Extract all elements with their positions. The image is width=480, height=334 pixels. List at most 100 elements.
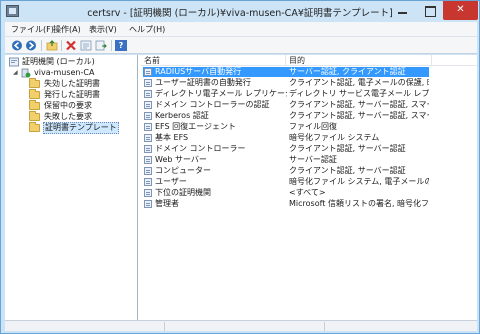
- row-name-cell: ユーザー証明書の自動発行: [143, 78, 287, 88]
- folder-icon: [29, 89, 40, 99]
- up-folder-icon[interactable]: [46, 40, 58, 51]
- tree-item-issued[interactable]: 発行した証明書: [29, 89, 137, 100]
- row-name-cell: コンピューター: [143, 166, 287, 176]
- row-purpose: ファイル回復: [289, 122, 337, 131]
- table-row[interactable]: 基本 EFS 暗号化ファイル システム: [141, 133, 477, 143]
- result-pane[interactable]: 名前 目的 RADIUSサーバ自動発行 サーバー認証, クライアント認証 ユーザ…: [141, 55, 477, 320]
- column-divider[interactable]: [285, 55, 286, 66]
- title-bar[interactable]: certsrv - [証明機関 (ローカル)¥viva-musen-CA¥証明書…: [1, 1, 479, 22]
- menu-action[interactable]: 操作(A): [53, 24, 81, 35]
- help-icon[interactable]: ?: [115, 40, 127, 51]
- close-icon: ✕: [456, 4, 465, 15]
- properties-icon[interactable]: [80, 40, 92, 51]
- table-row[interactable]: 管理者 Microsoft 信頼リストの署名, 暗号化ファ...: [141, 199, 477, 209]
- row-purpose: クライアント認証, サーバー認証, スマート カ...: [289, 100, 429, 109]
- row-name: ディレクトリ電子メール レプリケーション: [155, 89, 287, 98]
- delete-icon[interactable]: [65, 40, 77, 51]
- certificate-template-icon: [144, 167, 152, 175]
- certificate-template-icon: [144, 112, 152, 120]
- row-name-cell: 下位の証明機関: [143, 188, 287, 198]
- row-purpose: クライアント認証, サーバー認証: [289, 144, 406, 153]
- table-row[interactable]: EFS 回復エージェント ファイル回復: [141, 122, 477, 132]
- row-name: ユーザー: [155, 177, 187, 186]
- row-name-cell: ユーザー: [143, 177, 287, 187]
- tree-ca-node[interactable]: ◢ viva-musen-CA: [13, 68, 137, 78]
- row-purpose: Microsoft 信頼リストの署名, 暗号化ファ...: [289, 199, 429, 208]
- row-name: 管理者: [155, 199, 179, 208]
- close-button[interactable]: ✕: [443, 1, 478, 20]
- certificate-template-icon: [144, 145, 152, 153]
- menu-view[interactable]: 表示(V): [89, 24, 117, 35]
- toolbar-separator: [61, 40, 62, 51]
- table-row[interactable]: ユーザー 暗号化ファイル システム, 電子メールの保護...: [141, 177, 477, 187]
- export-list-icon[interactable]: [95, 40, 107, 51]
- row-name: ユーザー証明書の自動発行: [155, 78, 251, 87]
- tree-root[interactable]: 証明機関 (ローカル): [9, 57, 137, 67]
- menu-file[interactable]: ファイル(F): [11, 24, 54, 35]
- table-row[interactable]: Web サーバー サーバー認証: [141, 155, 477, 165]
- tree-item-revoked[interactable]: 失効した証明書: [29, 78, 137, 89]
- row-name: Kerberos 認証: [155, 111, 209, 120]
- status-segment: [165, 322, 325, 331]
- table-row[interactable]: コンピューター クライアント認証, サーバー認証: [141, 166, 477, 176]
- tree-root-label: 証明機関 (ローカル): [22, 57, 95, 66]
- tree-item-failed[interactable]: 失敗した要求: [29, 111, 137, 122]
- table-row[interactable]: ディレクトリ電子メール レプリケーション ディレクトリ サービス電子メール レプ…: [141, 89, 477, 99]
- minimize-button[interactable]: [389, 1, 416, 20]
- tree-item-pending[interactable]: 保留中の要求: [29, 100, 137, 111]
- certificate-template-icon: [144, 123, 152, 131]
- certificate-template-icon: [144, 200, 152, 208]
- toolbar-separator: [41, 40, 42, 51]
- row-name-cell: ドメイン コントローラーの認証: [143, 100, 287, 110]
- certificate-template-icon: [144, 156, 152, 164]
- folder-icon: [29, 122, 40, 132]
- back-arrow-icon[interactable]: [11, 40, 23, 51]
- certificate-template-icon: [144, 90, 152, 98]
- main-content: 証明機関 (ローカル) ◢ viva-musen-CA 失効した証明書 発行した…: [5, 55, 477, 320]
- tree-item-templates[interactable]: 証明書テンプレート: [29, 122, 137, 134]
- row-purpose: クライアント認証, サーバー認証, スマート カ...: [289, 111, 429, 120]
- ca-server-icon: [21, 68, 31, 78]
- row-name-cell: EFS 回復エージェント: [143, 122, 287, 132]
- folder-icon: [29, 111, 40, 121]
- row-name-cell: ドメイン コントローラー: [143, 144, 287, 154]
- row-purpose: <すべて>: [289, 188, 326, 197]
- row-name: EFS 回復エージェント: [155, 122, 236, 131]
- column-header-name[interactable]: 名前: [144, 55, 160, 66]
- row-name-cell: RADIUSサーバ自動発行: [143, 67, 287, 77]
- row-name: 下位の証明機関: [155, 188, 211, 197]
- tree-item-label: 保留中の要求: [44, 101, 92, 110]
- table-row[interactable]: ドメイン コントローラー クライアント認証, サーバー認証: [141, 144, 477, 154]
- row-name: RADIUSサーバ自動発行: [155, 67, 242, 76]
- row-name-cell: Kerberos 認証: [143, 111, 287, 121]
- mmc-window: certsrv - [証明機関 (ローカル)¥viva-musen-CA¥証明書…: [0, 0, 480, 334]
- row-name: コンピューター: [155, 166, 211, 175]
- column-divider[interactable]: [431, 55, 432, 66]
- row-purpose: サーバー認証, クライアント認証: [287, 67, 429, 77]
- folder-icon: [29, 100, 40, 110]
- forward-arrow-icon[interactable]: [25, 40, 37, 51]
- certificate-authority-icon: [9, 57, 19, 67]
- table-row[interactable]: ユーザー証明書の自動発行 クライアント認証, 電子メールの保護, 暗号...: [141, 78, 477, 88]
- console-tree[interactable]: 証明機関 (ローカル) ◢ viva-musen-CA 失効した証明書 発行した…: [5, 55, 138, 320]
- row-name: Web サーバー: [155, 155, 207, 164]
- column-header-purpose[interactable]: 目的: [289, 55, 305, 66]
- table-row[interactable]: ドメイン コントローラーの認証 クライアント認証, サーバー認証, スマート カ…: [141, 100, 477, 110]
- tree-ca-label: viva-musen-CA: [34, 68, 95, 77]
- menu-help[interactable]: ヘルプ(H): [129, 24, 165, 35]
- status-bar: [5, 320, 477, 331]
- row-name-cell: ディレクトリ電子メール レプリケーション: [143, 89, 287, 99]
- table-row[interactable]: RADIUSサーバ自動発行 サーバー認証, クライアント認証: [141, 67, 477, 77]
- row-name: 基本 EFS: [155, 133, 189, 142]
- certificate-template-icon: [144, 68, 152, 76]
- table-row[interactable]: 下位の証明機関 <すべて>: [141, 188, 477, 198]
- toolbar-separator: [111, 40, 112, 51]
- row-name-cell: 管理者: [143, 199, 287, 209]
- maximize-button[interactable]: [416, 1, 443, 20]
- row-name-cell: Web サーバー: [143, 155, 287, 165]
- folder-icon: [29, 78, 40, 88]
- table-row[interactable]: Kerberos 認証 クライアント認証, サーバー認証, スマート カ...: [141, 111, 477, 121]
- row-name-cell: 基本 EFS: [143, 133, 287, 143]
- collapse-icon[interactable]: ◢: [13, 68, 19, 78]
- certificate-template-icon: [144, 178, 152, 186]
